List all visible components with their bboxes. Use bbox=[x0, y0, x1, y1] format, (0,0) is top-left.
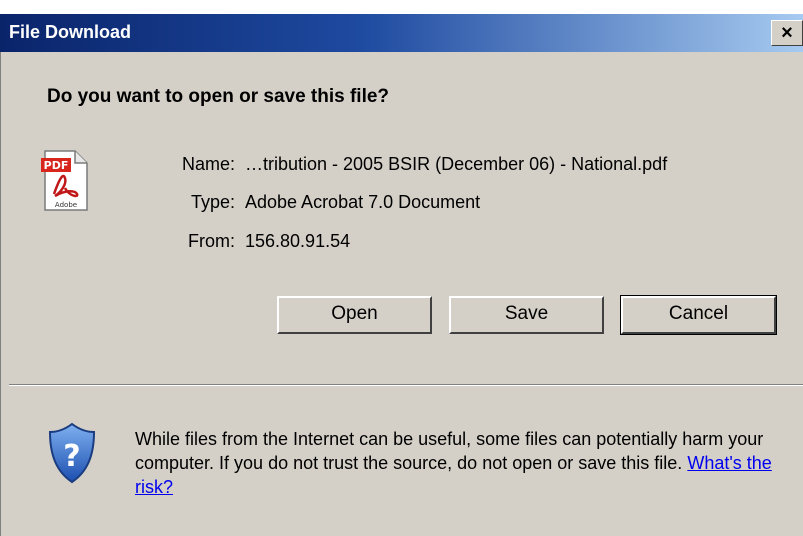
svg-text:PDF: PDF bbox=[44, 159, 69, 172]
save-button[interactable]: Save bbox=[449, 296, 604, 334]
svg-text:?: ? bbox=[63, 439, 80, 474]
window-title: File Download bbox=[9, 22, 132, 42]
dialog-question: Do you want to open or save this file? bbox=[47, 86, 390, 107]
svg-text:Adobe: Adobe bbox=[55, 201, 77, 209]
cancel-button[interactable]: Cancel bbox=[620, 295, 777, 335]
open-button[interactable]: Open bbox=[277, 296, 432, 334]
security-warning: While files from the Internet can be use… bbox=[135, 427, 785, 499]
from-label: From: bbox=[188, 231, 235, 251]
warning-text: While files from the Internet can be use… bbox=[135, 429, 764, 473]
window-left-border bbox=[0, 52, 9, 536]
close-button[interactable]: × bbox=[771, 20, 803, 46]
type-label: Type: bbox=[190, 192, 235, 212]
file-type-value: Adobe Acrobat 7.0 Document bbox=[245, 192, 481, 212]
file-download-dialog: File Download × Do you want to open or s… bbox=[0, 0, 803, 536]
file-source-value: 156.80.91.54 bbox=[245, 231, 351, 251]
title-bar[interactable]: File Download × bbox=[0, 14, 803, 52]
file-name-value: …tribution - 2005 BSIR (December 06) - N… bbox=[245, 154, 668, 174]
name-label: Name: bbox=[181, 154, 235, 174]
shield-question-icon: ? bbox=[48, 422, 96, 484]
pdf-file-icon: PDF Adobe bbox=[41, 150, 88, 211]
dialog-body: Do you want to open or save this file? P… bbox=[9, 52, 803, 536]
separator-highlight bbox=[9, 385, 803, 386]
